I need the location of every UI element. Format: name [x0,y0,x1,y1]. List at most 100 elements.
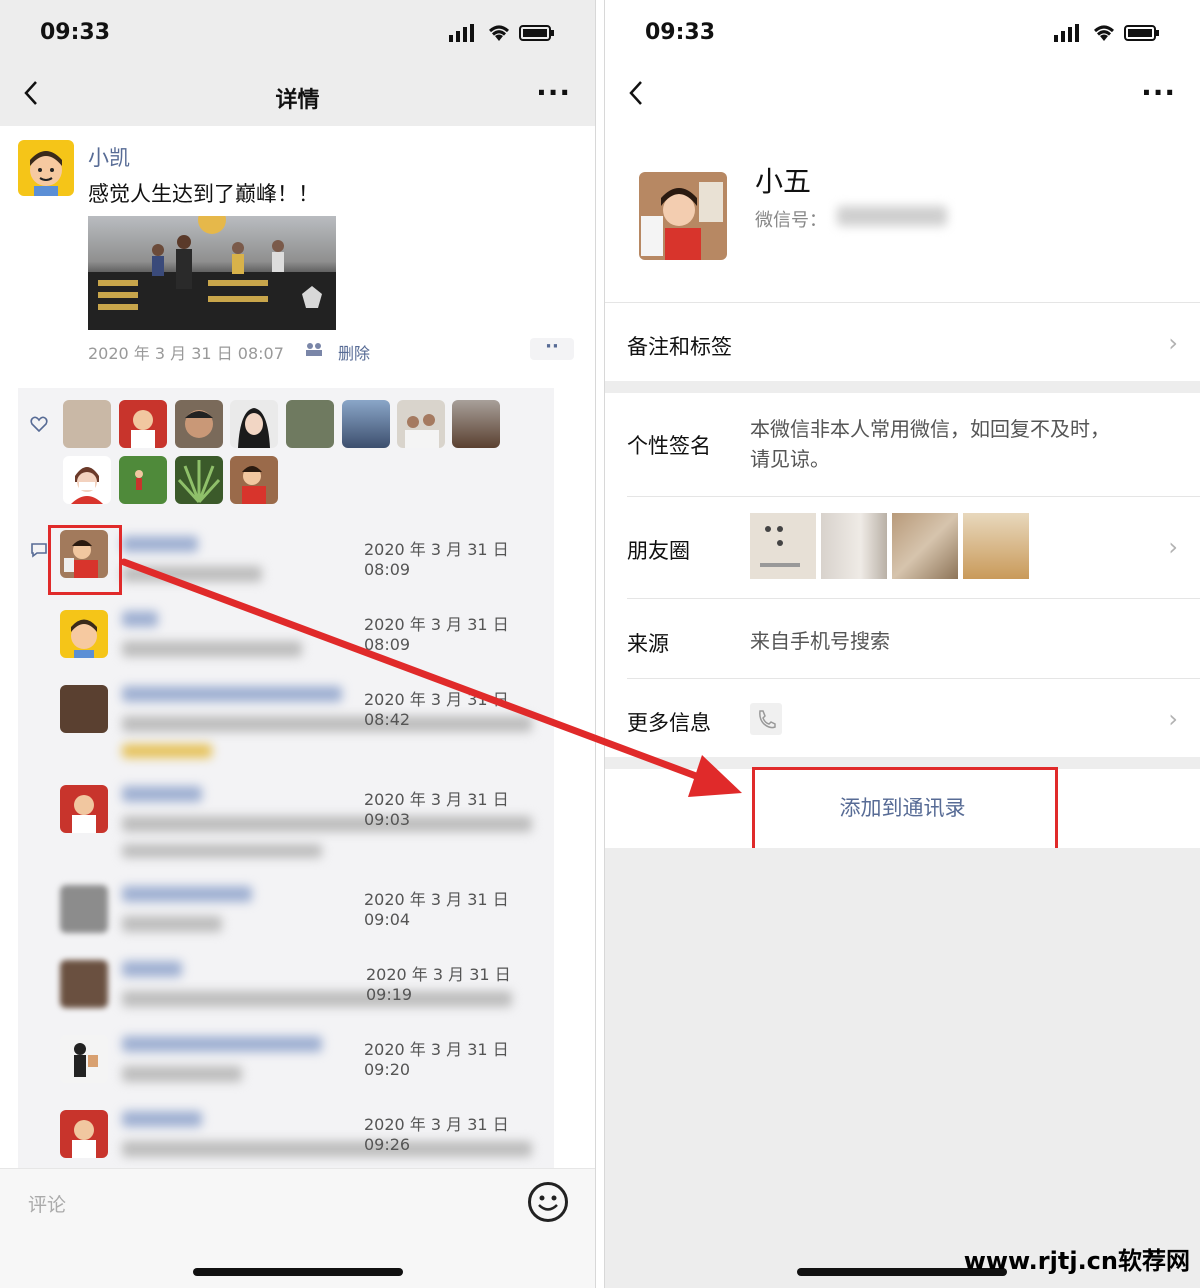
comment-time: 2020 年 3 月 31 日 09:03 [364,790,509,829]
commenter-avatar[interactable] [60,1110,108,1158]
status-icons [449,24,555,42]
like-avatar[interactable] [230,400,278,448]
highlight-box [48,525,122,595]
signature-value: 本微信非本人常用微信，如回复不及时，请见谅。 [750,417,1110,471]
commenter-avatar[interactable] [60,610,108,658]
comment-time: 2020 年 3 月 31 日 08:09 [364,615,509,654]
more-button[interactable]: ··· [1141,76,1176,109]
like-avatar[interactable] [175,456,223,504]
commenter-avatar[interactable] [60,1035,108,1083]
bottom-background [605,848,1200,1288]
source-label: 来源 [627,632,669,656]
signal-icon [449,24,474,42]
status-icons [1054,24,1160,42]
comment-time: 2020 年 3 月 31 日 09:04 [364,890,509,929]
profile-name: 小五 [755,165,812,198]
like-avatar[interactable] [119,456,167,504]
post-text: 感觉人生达到了巅峰！！ [88,182,319,206]
cartoon-face-icon [30,151,62,196]
commenter-avatar[interactable] [60,685,108,733]
wifi-icon [1094,25,1114,41]
post-timestamp: 2020 年 3 月 31 日 08:07 [88,344,284,363]
likes-comments-panel: 2020 年 3 月 31 日 08:09 2020 年 3 月 31 日 08… [18,388,554,1173]
comment-text-blurred [122,566,262,582]
like-avatar[interactable] [230,456,278,504]
remark-row[interactable]: 备注和标签 › [605,303,1200,381]
comment-text-blurred [122,916,222,932]
home-indicator [193,1268,403,1276]
back-button[interactable] [627,78,645,116]
like-avatar[interactable] [175,400,223,448]
moments-photo [892,513,958,579]
screen-divider [595,0,605,1288]
commenter-avatar[interactable] [60,960,108,1008]
heart-icon [30,416,48,432]
post-author-name[interactable]: 小凯 [88,142,130,172]
comment-author-blurred [122,611,158,627]
chevron-right-icon: › [1168,705,1178,733]
remark-label: 备注和标签 [627,335,732,359]
watermark: www.rjtj.cn软荐网 [963,1247,1190,1275]
visibility-icon [304,341,324,361]
like-avatar[interactable] [63,456,111,504]
comment-time: 2020 年 3 月 31 日 09:20 [364,1040,509,1079]
comment-text-blurred [122,844,322,858]
like-avatar[interactable] [286,400,334,448]
like-avatar[interactable] [397,400,445,448]
comment-author-blurred [122,686,342,702]
like-avatar[interactable] [63,400,111,448]
more-info-label: 更多信息 [627,711,711,735]
comment-time: 2020 年 3 月 31 日 08:42 [364,690,509,729]
commenter-avatar[interactable] [60,785,108,833]
author-avatar[interactable] [18,140,74,196]
comment-author-blurred [122,786,202,802]
moments-photo [963,513,1029,579]
comment-author-blurred [122,961,182,977]
signature-label: 个性签名 [627,434,711,458]
more-info-row[interactable]: 更多信息 › [605,679,1200,757]
source-value: 来自手机号搜索 [750,629,890,653]
moments-photo [750,513,816,579]
wifi-icon [489,25,509,41]
more-button[interactable]: ··· [536,76,571,109]
chevron-right-icon: › [1168,533,1178,561]
comment-input[interactable]: 评论 [28,1190,66,1217]
comment-text-blurred [122,641,302,657]
comment-author-blurred [122,886,252,902]
photo-scene-icon [88,216,336,330]
comment-text-blurred [122,1066,242,1082]
post-image[interactable] [88,216,336,330]
phone-icon [750,703,782,735]
right-phone-screen: 09:33 ··· 小五 微信号： 备注和标签 › 个性签名 本微信非本人常用微… [605,0,1200,1288]
comment-author-blurred [122,536,198,552]
battery-icon [1124,25,1159,41]
battery-icon [519,25,554,41]
comment-text-blurred [122,744,212,758]
post-actions-button[interactable]: ·· [530,338,574,360]
status-time: 09:33 [645,20,716,45]
emoji-button[interactable] [528,1182,568,1222]
divider-line [627,598,1200,599]
signal-icon [1054,24,1079,42]
commenter-avatar[interactable] [60,885,108,933]
chevron-right-icon: › [1168,329,1178,357]
like-avatar[interactable] [452,400,500,448]
moments-photo [821,513,887,579]
wechat-id-label: 微信号： [755,210,827,231]
comment-author-blurred [122,1036,322,1052]
page-title: 详情 [275,88,320,113]
delete-button[interactable]: 删除 [338,340,370,364]
like-avatar[interactable] [342,400,390,448]
comment-time: 2020 年 3 月 31 日 08:09 [364,540,509,579]
section-separator [605,381,1200,393]
moments-row[interactable]: 朋友圈 › [605,497,1200,597]
comment-time: 2020 年 3 月 31 日 09:26 [364,1115,509,1154]
like-avatar[interactable] [119,400,167,448]
status-time: 09:33 [40,20,111,45]
smiley-icon [538,1195,558,1211]
wechat-id-blurred [837,206,947,226]
comment-author-blurred [122,1111,202,1127]
highlight-box [752,767,1058,853]
child-photo-icon [641,182,723,260]
profile-avatar[interactable] [639,172,727,260]
